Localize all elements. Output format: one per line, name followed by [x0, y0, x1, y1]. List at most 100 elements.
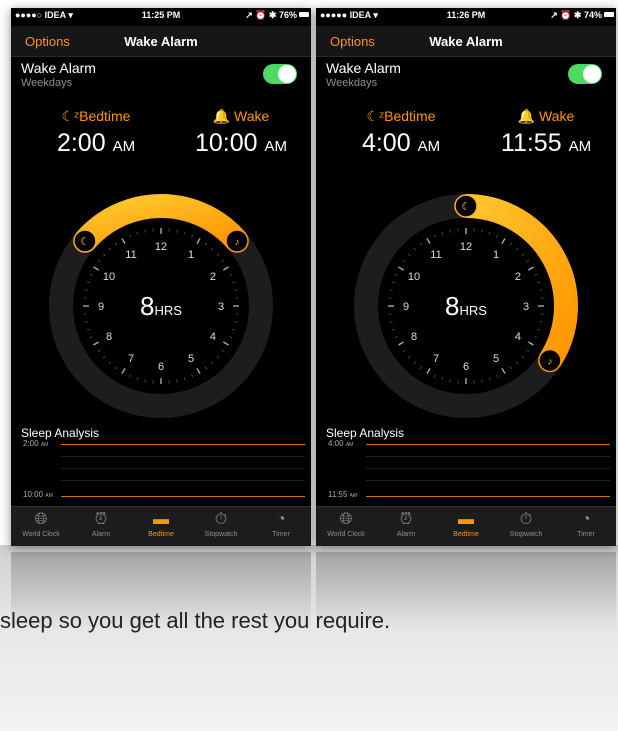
duration-unit: HRS — [460, 303, 488, 318]
alarm-clock-icon: ⏰︎ — [399, 511, 413, 528]
bedtime-ampm: AM — [417, 138, 441, 155]
clock-tick — [407, 253, 411, 257]
wake-label: Wake — [234, 108, 270, 124]
clock-tick — [528, 266, 534, 271]
alarm-clock-icon: ⏰︎ — [94, 511, 108, 528]
wake-alarm-toggle[interactable] — [568, 64, 602, 84]
clock-tick — [398, 266, 404, 271]
clock-tick — [176, 379, 178, 383]
clock-tick — [234, 321, 238, 323]
tab-timer[interactable]: ◔ Timer — [251, 509, 311, 538]
timer-icon: ◔ — [276, 511, 286, 528]
wake-ampm: AM — [568, 138, 592, 155]
status-bar: ●●●●● IDEA ▾ 11:26 PM ↗ ⏰ ✱ 74% — [316, 8, 616, 22]
clock-tick — [433, 374, 436, 378]
sleep-end-label: 10:00 AM — [23, 490, 53, 499]
clock-number: 5 — [188, 353, 194, 365]
clock-tick — [136, 231, 139, 235]
battery-icon — [604, 12, 614, 17]
tab-bedtime[interactable]: ▬ Bedtime — [436, 509, 496, 538]
clock-tick — [521, 253, 525, 257]
clock-tick — [521, 355, 525, 359]
clock-tick — [229, 336, 233, 339]
clock-number: 6 — [158, 361, 164, 373]
tab-world-clock[interactable]: 🌐︎ World Clock — [316, 509, 376, 538]
clock-tick — [509, 242, 513, 246]
clock-tick — [232, 328, 236, 331]
chart-gridline — [366, 468, 610, 469]
clock-tick — [407, 355, 411, 359]
clock-number: 8 — [411, 331, 417, 343]
clock-tick — [391, 328, 395, 331]
clock-tick — [389, 321, 393, 323]
clock-tick — [183, 377, 186, 381]
clock-tick — [89, 273, 93, 276]
clock-tick — [426, 368, 431, 374]
clock-tick — [501, 368, 506, 374]
tab-stopwatch[interactable]: ⏱︎ Stopwatch — [496, 509, 556, 538]
clock-tick — [196, 238, 201, 244]
sleep-analysis-title: Sleep Analysis — [326, 426, 405, 440]
phone-screen-right: ●●●●● IDEA ▾ 11:26 PM ↗ ⏰ ✱ 74% Options … — [316, 8, 616, 546]
bell-icon: ♪ — [547, 356, 552, 367]
sleep-start-line — [366, 444, 610, 445]
clock-tick — [121, 368, 126, 374]
tab-timer[interactable]: ◔ Timer — [556, 509, 616, 538]
clock-tick — [114, 366, 118, 370]
bedtime-dial[interactable]: 1212345678910118HRS☾♪ — [348, 188, 584, 424]
clock-number: 3 — [523, 301, 529, 313]
timer-icon: ◔ — [581, 511, 591, 528]
wake-alarm-toggle[interactable] — [263, 64, 297, 84]
clock-tick — [183, 231, 186, 235]
bedtime-dial[interactable]: 1212345678910118HRS☾♪ — [43, 188, 279, 424]
clock-tick — [398, 341, 404, 346]
clock-number: 2 — [515, 271, 521, 283]
tab-alarm[interactable]: ⏰︎ Alarm — [71, 509, 131, 538]
clock-number: 1 — [188, 249, 194, 261]
clock-tick — [232, 281, 236, 284]
tab-alarm[interactable]: ⏰︎ Alarm — [376, 509, 436, 538]
clock-tick — [204, 366, 208, 370]
moon-zzz-icon: ☾ᶻ — [61, 108, 80, 124]
tab-stopwatch[interactable]: ⏱︎ Stopwatch — [191, 509, 251, 538]
alarm-subtitle: Weekdays — [21, 77, 73, 89]
clock-tick — [426, 238, 431, 244]
clock-number: 4 — [515, 331, 521, 343]
tab-bedtime[interactable]: ▬ Bedtime — [131, 509, 191, 538]
clock-number: 9 — [98, 301, 104, 313]
clock-tick — [234, 289, 238, 291]
clock-tick — [537, 281, 541, 284]
clock-tick — [108, 361, 112, 365]
clock-tick — [433, 234, 436, 238]
clock-tick — [537, 328, 541, 331]
sleep-start-label: 2:00 AM — [23, 439, 49, 448]
clock-tick — [121, 238, 126, 244]
chart-gridline — [366, 456, 610, 457]
clock-tick — [93, 341, 99, 346]
nav-title: Wake Alarm — [124, 34, 198, 49]
sleep-arc — [75, 194, 247, 250]
tab-world-clock[interactable]: 🌐︎ World Clock — [11, 509, 71, 538]
clock-tick — [221, 259, 225, 263]
clock-tick — [389, 289, 393, 291]
duration-value: 8 — [445, 291, 459, 321]
clock-tick — [191, 234, 194, 238]
clock-tick — [402, 349, 406, 353]
clock-tick — [229, 273, 233, 276]
wake-section[interactable]: 🔔 Wake 10:00 AM — [181, 108, 301, 158]
clock-number: 7 — [433, 353, 439, 365]
bedtime-section[interactable]: ☾ᶻBedtime 2:00 AM — [41, 108, 151, 158]
clock-number: 12 — [155, 241, 167, 253]
clock-tick — [496, 234, 499, 238]
clock-tick — [539, 321, 543, 323]
clock-tick — [413, 247, 417, 251]
bedtime-section[interactable]: ☾ᶻBedtime 4:00 AM — [346, 108, 456, 158]
clock-number: 9 — [403, 301, 409, 313]
clock-tick — [204, 242, 208, 246]
clock-tick — [528, 341, 534, 346]
bell-icon: 🔔 — [212, 108, 231, 124]
phone-screen-left: ●●●●○ IDEA ▾ 11:25 PM ↗ ⏰ ✱ 76% Options … — [11, 8, 311, 546]
sleep-start-label: 4:00 AM — [328, 439, 354, 448]
wake-section[interactable]: 🔔 Wake 11:55 AM — [486, 108, 606, 158]
clock-tick — [210, 247, 214, 251]
